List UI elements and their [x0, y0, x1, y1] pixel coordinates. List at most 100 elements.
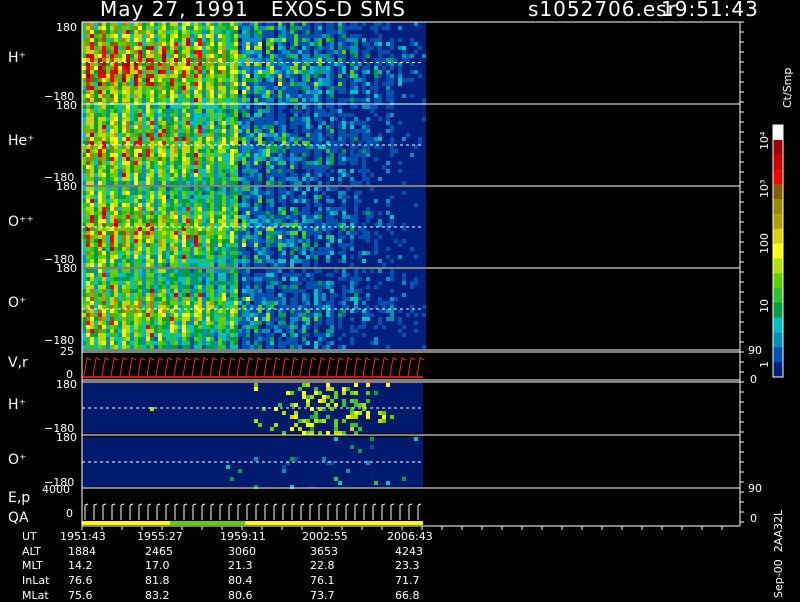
spectrogram-cell [174, 70, 178, 74]
spectrogram-cell [130, 219, 134, 223]
spectrogram-cell [122, 191, 126, 195]
spectrogram-cell [218, 215, 222, 219]
spectrogram-cell [238, 98, 242, 102]
spectrogram-cell [102, 195, 106, 199]
spectrogram-cell [346, 54, 350, 58]
spectrogram-cell [206, 30, 210, 34]
spectrogram-cell [190, 22, 194, 26]
spectrogram-cell [250, 90, 254, 94]
spectrogram-cell [226, 78, 230, 82]
spectrogram-cell [330, 199, 334, 203]
spectrogram-cell [218, 105, 222, 109]
spectrogram-cell [90, 149, 94, 153]
spectrogram-cell [234, 207, 238, 211]
spectrogram-cell [322, 219, 326, 223]
spectrogram-cell [194, 247, 198, 251]
spectrogram-cell [286, 223, 290, 227]
spectrogram-cell [218, 157, 222, 161]
spectrogram-cell [206, 50, 210, 54]
spectrogram-cell [94, 195, 98, 199]
spectrogram-cell [238, 145, 242, 149]
spectrogram-cell [170, 86, 174, 90]
spectrogram-cell [134, 46, 138, 50]
spectrogram-cell [262, 227, 266, 231]
spectrogram-cell [162, 109, 166, 113]
spectrogram-cell [330, 105, 334, 109]
spectrogram-cell [242, 121, 246, 125]
spectrogram-cell [354, 50, 358, 54]
spectrogram-cell [394, 109, 398, 113]
spectrogram-cell [394, 129, 398, 133]
spectrogram-cell [350, 173, 354, 177]
spectrogram-cell [358, 199, 362, 203]
spectrogram-cell [302, 121, 306, 125]
spectrogram-cell [134, 223, 138, 227]
spectrogram-cell [322, 173, 326, 177]
spectrogram-cell [378, 58, 382, 62]
spectrogram-cell [202, 157, 206, 161]
spectrogram-cell [194, 86, 198, 90]
spectrogram-cell [414, 109, 418, 113]
spectrogram-cell [226, 223, 230, 227]
spectrogram-cell [130, 247, 134, 251]
spectrogram-cell [174, 98, 178, 102]
spectrogram-cell [298, 259, 302, 263]
spectrogram-cell [206, 94, 210, 98]
spectrogram-cell [146, 121, 150, 125]
spectrogram-cell [174, 86, 178, 90]
spectrogram-cell [106, 149, 110, 153]
spectrogram-cell [286, 70, 290, 74]
spectrogram-cell [282, 66, 286, 70]
spectrogram-cell [94, 153, 98, 157]
spectrogram-cell [110, 90, 114, 94]
spectrogram-cell [366, 66, 370, 70]
spectrogram-cell [134, 207, 138, 211]
spectrogram-cell [370, 173, 374, 177]
spectrogram-cell [234, 169, 238, 173]
spectrogram-cell [342, 215, 346, 219]
spectrogram-cell [114, 243, 118, 247]
spectrogram-cell [306, 251, 310, 255]
spectrogram-cell [250, 211, 254, 215]
spectrogram-cell [322, 46, 326, 50]
spectrogram-cell [186, 211, 190, 215]
spectrogram-cell [350, 161, 354, 165]
spectrogram-cell [282, 74, 286, 78]
spectrogram-cell [82, 50, 86, 54]
spectrogram-cell [138, 86, 142, 90]
spectrogram-cell [222, 38, 226, 42]
spectrogram-cell [210, 133, 214, 137]
spectrogram-cell [266, 125, 270, 129]
spectrogram-cell [366, 157, 370, 161]
spectrogram-cell [82, 153, 86, 157]
spectrogram-cell [334, 50, 338, 54]
spectrogram-cell [122, 181, 126, 185]
spectrogram-cell [194, 109, 198, 113]
spectrogram-cell [306, 58, 310, 62]
spectrogram-cell [286, 78, 290, 82]
spectrogram-cell [246, 38, 250, 42]
spectrogram-cell [98, 42, 102, 46]
spectrogram-cell [130, 26, 134, 30]
spectrogram-cell [206, 161, 210, 165]
spectrogram-cell [194, 117, 198, 121]
spectrogram-cell [98, 137, 102, 141]
spectrogram-cell [310, 66, 314, 70]
spectrogram-cell [254, 177, 258, 181]
spectrogram-cell [182, 219, 186, 223]
spectrogram-cell [286, 38, 290, 42]
spectrogram-cell [182, 215, 186, 219]
spectrogram-cell [362, 191, 366, 195]
spectrogram-cell [142, 219, 146, 223]
spectrogram-cell [298, 66, 302, 70]
spectrogram-cell [406, 50, 410, 54]
spectrogram-cell [194, 227, 198, 231]
spectrogram-cell [146, 195, 150, 199]
spectrogram-cell [354, 211, 358, 215]
spectrogram-cell [206, 247, 210, 251]
spectrogram-cell [222, 82, 226, 86]
spectrogram-cell [398, 105, 402, 109]
spectrogram-cell [286, 153, 290, 157]
spectrogram-cell [402, 165, 406, 169]
spectrogram-cell [278, 215, 282, 219]
